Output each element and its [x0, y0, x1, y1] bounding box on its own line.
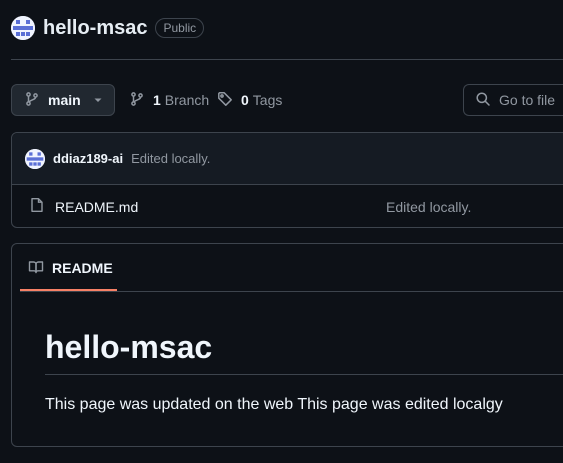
tag-count-label: Tags — [252, 92, 283, 108]
tags-link[interactable]: 0 Tags — [217, 84, 282, 116]
repo-header: hello-msac Public — [11, 14, 205, 42]
file-name-link[interactable]: README.md — [55, 199, 138, 215]
tab-readme[interactable]: README — [20, 244, 116, 292]
header-divider — [11, 59, 563, 60]
branch-count: 1 — [153, 92, 161, 108]
readme-panel: README hello-msac This page was updated … — [11, 243, 563, 447]
file-browser: ddiaz189-ai Edited locally. README.md Ed… — [11, 132, 563, 228]
go-to-file-input[interactable]: Go to file — [463, 84, 563, 116]
readme-header-divider — [20, 291, 563, 292]
repo-name-link[interactable]: hello-msac — [43, 17, 147, 40]
readme-heading: hello-msac — [45, 329, 213, 365]
tab-readme-label: README — [52, 260, 113, 276]
branches-link[interactable]: 1 Branch — [129, 84, 209, 116]
file-row[interactable]: README.md Edited locally. — [12, 185, 563, 229]
latest-commit-row: ddiaz189-ai Edited locally. — [12, 133, 563, 185]
git-branch-icon — [24, 91, 40, 110]
branch-count-label: Branch — [164, 92, 210, 108]
commit-author-link[interactable]: ddiaz189-ai — [53, 151, 123, 166]
go-to-file-placeholder: Go to file — [499, 92, 556, 108]
file-icon — [29, 197, 45, 218]
triangle-down-icon — [93, 92, 103, 108]
branch-selector-button[interactable]: main — [11, 84, 115, 116]
git-branch-icon — [129, 91, 145, 110]
heading-rule — [45, 374, 563, 375]
commit-message-link[interactable]: Edited locally. — [131, 151, 210, 166]
commit-author-avatar[interactable] — [25, 148, 45, 169]
tag-icon — [217, 91, 233, 110]
book-icon — [28, 259, 44, 278]
branch-name: main — [48, 92, 81, 108]
owner-avatar[interactable] — [11, 16, 35, 40]
search-icon — [475, 91, 491, 110]
visibility-badge: Public — [155, 18, 205, 38]
readme-paragraph: This page was updated on the web This pa… — [45, 396, 503, 413]
repo-toolbar: main 1 Branch 0 Tags Go to file — [11, 84, 563, 116]
file-commit-message-link[interactable]: Edited locally. — [386, 199, 471, 215]
tag-count: 0 — [241, 92, 249, 108]
